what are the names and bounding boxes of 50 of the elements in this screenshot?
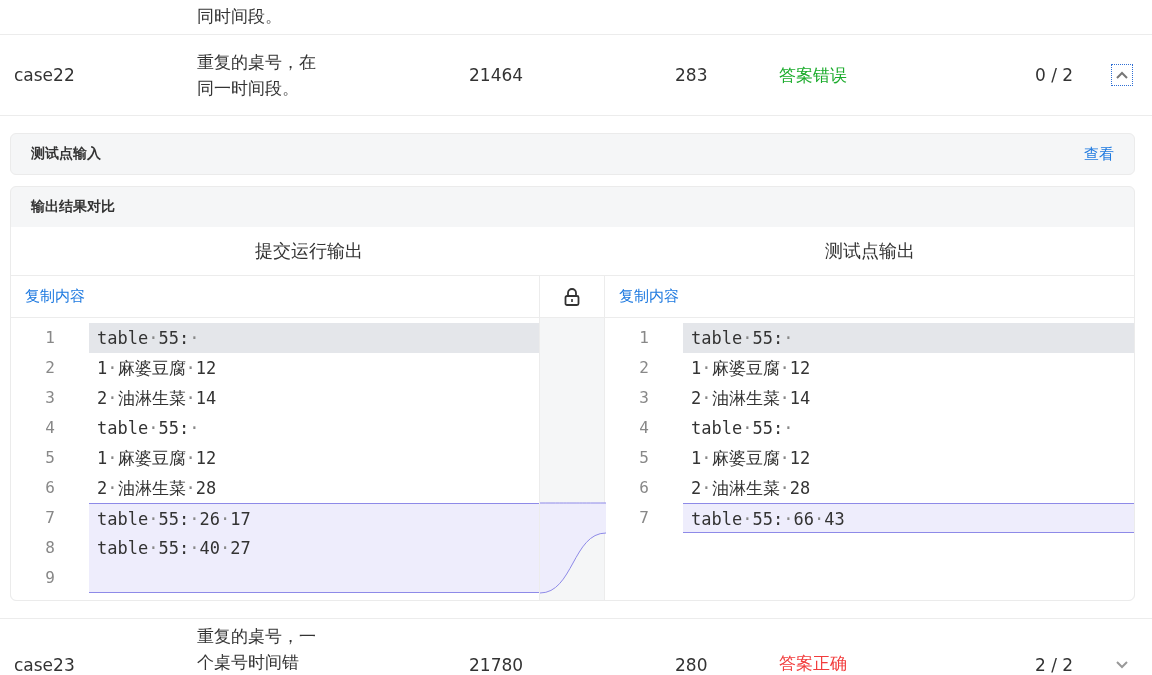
line-number: 5 [44, 447, 56, 469]
score-value: 0 / 2 [1035, 65, 1075, 85]
result-status: 答案错误 [779, 63, 848, 87]
view-link[interactable]: 查看 [1084, 144, 1114, 164]
memory-value: 280 [675, 655, 709, 675]
line-number: 7 [638, 507, 650, 529]
case-name: case22 [14, 65, 76, 85]
chevron-down-icon [1116, 661, 1128, 669]
chevron-up-icon [1116, 71, 1128, 79]
code-line: table·55:· [96, 417, 201, 440]
case-description: 同时间段。 [197, 5, 283, 28]
score-value: 2 / 2 [1035, 655, 1075, 675]
line-number: 4 [44, 417, 56, 439]
line-number: 3 [44, 387, 56, 409]
line-number: 2 [638, 357, 650, 379]
case-description: 重复的桌号，在同一时间段。 [197, 51, 317, 100]
line-number: 6 [638, 477, 650, 499]
time-value: 21464 [469, 65, 525, 85]
copy-link[interactable]: 复制内容 [619, 287, 679, 306]
copy-link[interactable]: 复制内容 [25, 287, 85, 306]
line-number: 4 [638, 417, 650, 439]
line-number: 1 [44, 327, 56, 349]
time-value: 21780 [469, 655, 525, 675]
result-status: 答案正确 [779, 652, 848, 675]
pane-title: 提交运行输出 [253, 239, 364, 263]
case-name: case23 [14, 655, 76, 675]
section-title: 输出结果对比 [31, 198, 115, 216]
line-number: 3 [638, 387, 650, 409]
line-number: 2 [44, 357, 56, 379]
memory-value: 283 [675, 65, 709, 85]
case-description: 重复的桌号，一个桌号时间错 [197, 625, 317, 674]
collapse-button[interactable] [1112, 65, 1132, 85]
code-line: 2·油淋生菜·14 [690, 387, 812, 410]
code-line: 2·油淋生菜·28 [690, 477, 812, 500]
section-title: 测试点输入 [31, 145, 101, 163]
line-number: 1 [638, 327, 650, 349]
line-number: 9 [44, 567, 56, 589]
line-number: 6 [44, 477, 56, 499]
pane-title: 测试点输出 [824, 239, 916, 263]
code-line: table·55:· [690, 417, 795, 440]
code-line: 2·油淋生菜·28 [96, 477, 218, 500]
lock-icon[interactable] [564, 287, 580, 306]
code-line: 1·麻婆豆腐·12 [690, 447, 812, 470]
code-line: 1·麻婆豆腐·12 [96, 447, 218, 470]
line-number: 5 [638, 447, 650, 469]
line-number: 8 [44, 537, 56, 559]
line-number: 7 [44, 507, 56, 529]
code-line: 1·麻婆豆腐·12 [96, 357, 218, 380]
code-line: 1·麻婆豆腐·12 [690, 357, 812, 380]
code-line: 2·油淋生菜·14 [96, 387, 218, 410]
